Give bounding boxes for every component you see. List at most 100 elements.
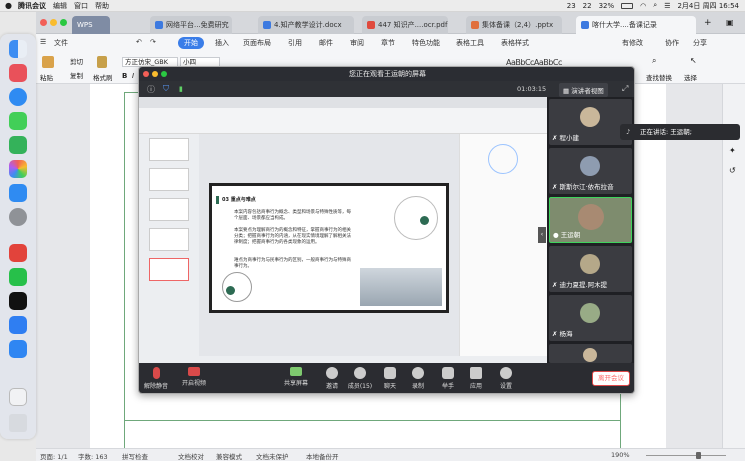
paste-button[interactable]: 粘贴 bbox=[40, 72, 53, 82]
ribbon-share[interactable]: 分享 bbox=[693, 38, 707, 48]
ribbon-tab-references[interactable]: 引用 bbox=[288, 38, 302, 48]
raise-hand-button[interactable]: 举手 bbox=[433, 367, 463, 390]
status-words[interactable]: 字数: 163 bbox=[78, 451, 108, 461]
participant-tile[interactable]: ✗ 杨海 bbox=[549, 295, 632, 341]
status-backup[interactable]: 本地备份开 bbox=[306, 451, 339, 461]
battery-icon[interactable] bbox=[621, 2, 634, 9]
app-store-icon[interactable] bbox=[9, 184, 27, 202]
select-button[interactable]: 选择 bbox=[684, 72, 697, 82]
shield-icon[interactable]: ⛉ bbox=[163, 84, 169, 94]
format-brush-icon[interactable] bbox=[97, 56, 107, 68]
close-dot-icon[interactable] bbox=[40, 19, 47, 26]
battery-percent[interactable]: 32% bbox=[599, 2, 615, 10]
qq-icon[interactable] bbox=[9, 292, 27, 310]
zoom-slider[interactable] bbox=[646, 455, 726, 456]
current-slide[interactable]: 03 重点与难点 本案内容包括商事行为概念、类型和场景与特殊性质等，每个层面、场… bbox=[209, 183, 449, 313]
system-preferences-icon[interactable] bbox=[9, 208, 27, 226]
ribbon-tab-features[interactable]: 特色功能 bbox=[412, 38, 440, 48]
ribbon-tab-layout[interactable]: 页面布局 bbox=[243, 38, 271, 48]
bold-icon[interactable]: B bbox=[122, 72, 127, 80]
ribbon-tab-table-tools[interactable]: 表格工具 bbox=[456, 38, 484, 48]
new-tab-icon[interactable]: + bbox=[704, 18, 712, 28]
ribbon-modified[interactable]: 有修改 bbox=[622, 38, 643, 48]
participant-tile-active-speaker[interactable]: ● 王运朝 bbox=[549, 197, 632, 243]
tab-wps-home[interactable]: WPS bbox=[72, 16, 110, 34]
wps-icon[interactable] bbox=[9, 244, 27, 262]
italic-icon[interactable]: I bbox=[132, 72, 134, 80]
ribbon-tab-mail[interactable]: 邮件 bbox=[319, 38, 333, 48]
tab-doc-2[interactable]: 4.知产教学设计.docx bbox=[258, 16, 354, 34]
apple-icon[interactable]: ● bbox=[5, 1, 12, 10]
start-video-button[interactable]: 开启视频 bbox=[179, 367, 209, 387]
unmute-button[interactable]: 解除静音 bbox=[141, 367, 171, 390]
tab-active-doc[interactable]: 喀什大学....备课记录 bbox=[576, 16, 696, 34]
cut-button[interactable]: 剪切 bbox=[70, 56, 83, 66]
leave-meeting-button[interactable]: 离开会议 bbox=[592, 371, 630, 386]
status-proof[interactable]: 文档校对 bbox=[178, 451, 204, 461]
undo-icon[interactable]: ↶ bbox=[136, 38, 142, 46]
share-screen-button[interactable]: 共享屏幕 bbox=[281, 367, 311, 387]
launchpad-icon[interactable] bbox=[9, 64, 27, 82]
status-page[interactable]: 页面: 1/1 bbox=[40, 451, 68, 461]
ribbon-tab-home[interactable]: 开始 bbox=[178, 37, 204, 49]
window-switch-icon[interactable]: ▣ bbox=[726, 18, 734, 27]
signal-icon[interactable]: ▮ bbox=[179, 85, 183, 93]
menu-help[interactable]: 帮助 bbox=[95, 1, 109, 11]
menu-edit[interactable]: 编辑 bbox=[53, 1, 67, 11]
zoom-dot-icon[interactable] bbox=[60, 19, 67, 26]
fullscreen-icon[interactable]: ⤢ bbox=[622, 84, 628, 94]
numbers-icon[interactable] bbox=[9, 136, 27, 154]
wifi-icon[interactable]: ◠ bbox=[640, 2, 646, 10]
ribbon-tab-insert[interactable]: 插入 bbox=[215, 38, 229, 48]
format-brush-button[interactable]: 格式刷 bbox=[93, 72, 113, 82]
status-spell[interactable]: 拼写检查 bbox=[122, 451, 148, 461]
finder-icon[interactable] bbox=[9, 40, 27, 58]
collapse-panel-icon[interactable]: ‹ bbox=[538, 227, 546, 243]
select-icon[interactable]: ↖ bbox=[690, 56, 697, 65]
status-unprotected[interactable]: 文档未保护 bbox=[256, 451, 289, 461]
apps-button[interactable]: 应用 bbox=[461, 367, 491, 390]
badge-b[interactable]: 22 bbox=[583, 2, 592, 10]
copy-button[interactable]: 复制 bbox=[70, 70, 83, 80]
minimize-dot-icon[interactable] bbox=[50, 19, 57, 26]
slide-thumb-3[interactable] bbox=[149, 138, 189, 161]
close-dot-icon[interactable] bbox=[143, 71, 149, 77]
tab-pptx[interactable]: 集体备课（2,4）.pptx bbox=[466, 16, 562, 34]
badge-a[interactable]: 23 bbox=[567, 2, 576, 10]
members-button[interactable]: 成员(15) bbox=[345, 367, 375, 390]
tab-doc-1[interactable]: 网络平台...免费研究 bbox=[150, 16, 232, 34]
info-icon[interactable]: ⓘ bbox=[147, 84, 155, 95]
search-icon[interactable]: ⌕ bbox=[653, 1, 657, 10]
participant-tile[interactable] bbox=[549, 344, 632, 363]
paste-icon[interactable] bbox=[42, 56, 54, 68]
clock[interactable]: 2月4日 周四 16:54 bbox=[677, 1, 739, 11]
slide-thumb-5[interactable] bbox=[149, 198, 189, 221]
ribbon-menu-icon[interactable]: ☰ bbox=[40, 38, 46, 46]
status-zoom[interactable]: 190% bbox=[611, 451, 630, 459]
find-replace-button[interactable]: 查找替换 bbox=[646, 72, 672, 82]
minimize-dot-icon[interactable] bbox=[152, 71, 158, 77]
slide-thumb-4[interactable] bbox=[149, 168, 189, 191]
zoom-dot-icon[interactable] bbox=[161, 71, 167, 77]
sidebar-style-icon[interactable]: ✦ bbox=[729, 146, 736, 155]
ribbon-tab-table-style[interactable]: 表格样式 bbox=[501, 38, 529, 48]
participant-tile[interactable]: ✗ 斯斯尔江·依布拉音 bbox=[549, 148, 632, 194]
find-replace-icon[interactable]: ⌕ bbox=[652, 56, 656, 66]
tencent-meeting-icon[interactable] bbox=[9, 340, 27, 358]
record-button[interactable]: 录制 bbox=[403, 367, 433, 390]
settings-button[interactable]: 设置 bbox=[491, 367, 521, 390]
wechat-icon[interactable] bbox=[9, 268, 27, 286]
dingtalk-icon[interactable] bbox=[9, 316, 27, 334]
tab-pdf[interactable]: 447 知识产....ocr.pdf bbox=[362, 16, 448, 34]
ribbon-collab[interactable]: 协作 bbox=[665, 38, 679, 48]
messages-icon[interactable] bbox=[9, 112, 27, 130]
sidebar-history-icon[interactable]: ↺ bbox=[729, 166, 736, 175]
control-center-icon[interactable]: ☰ bbox=[664, 2, 670, 10]
trash-icon[interactable] bbox=[9, 414, 27, 432]
redo-icon[interactable]: ↷ bbox=[150, 38, 156, 46]
invite-button[interactable]: 邀请 bbox=[317, 367, 347, 390]
menu-window[interactable]: 窗口 bbox=[74, 1, 88, 11]
speaker-view-button[interactable]: ▦ 演讲者视图 bbox=[559, 83, 608, 97]
slide-thumb-6[interactable] bbox=[149, 228, 189, 251]
ribbon-tab-chapter[interactable]: 章节 bbox=[381, 38, 395, 48]
